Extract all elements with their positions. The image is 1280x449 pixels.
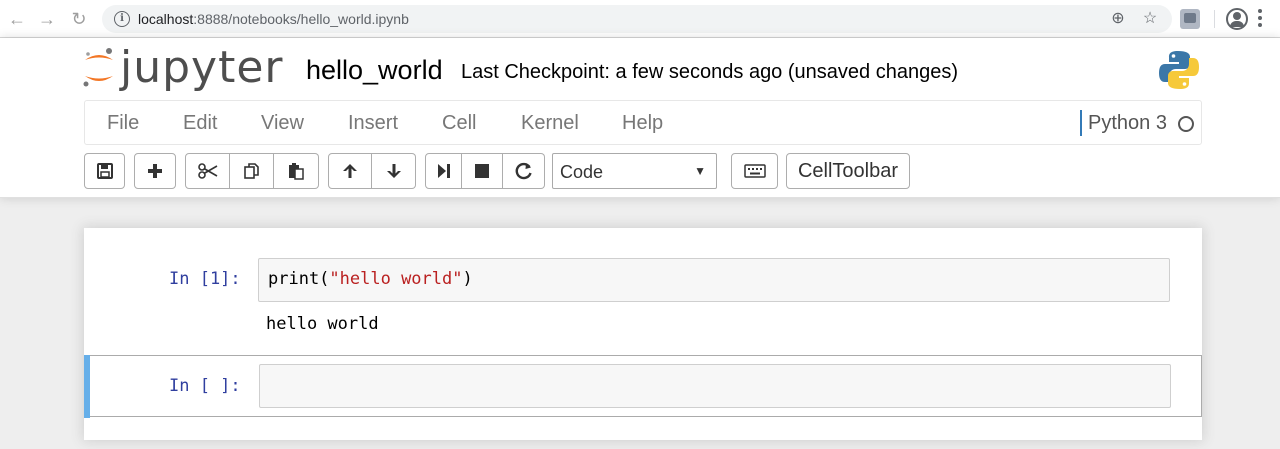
copy-button[interactable]	[230, 153, 274, 189]
input-prompt: In [ ]:	[169, 376, 241, 396]
menu-kernel[interactable]: Kernel	[521, 112, 579, 135]
checkpoint-status: Last Checkpoint: a few seconds ago (unsa…	[461, 61, 958, 83]
forward-arrow-icon[interactable]: →	[34, 6, 60, 32]
dropdown-arrow-icon: ▼	[694, 164, 706, 178]
url-text[interactable]: localhost:8888/notebooks/hello_world.ipy…	[138, 11, 409, 27]
cut-button[interactable]	[185, 153, 230, 189]
url-host: localhost	[138, 11, 194, 27]
copy-icon	[243, 163, 259, 179]
toolbar-divider	[1214, 10, 1215, 28]
input-prompt: In [1]:	[169, 269, 241, 289]
back-arrow-icon[interactable]: ←	[4, 6, 30, 32]
code-input[interactable]	[259, 364, 1171, 408]
paste-button[interactable]	[274, 153, 319, 189]
browser-toolbar: ← → ↻ i localhost:8888/notebooks/hello_w…	[0, 0, 1280, 38]
paste-icon	[289, 163, 304, 180]
menu-view[interactable]: View	[261, 112, 304, 135]
jupyter-logo[interactable]: jupyter	[82, 42, 292, 93]
menu-insert[interactable]: Insert	[348, 112, 398, 135]
command-palette-button[interactable]	[731, 153, 778, 189]
run-button[interactable]	[425, 153, 462, 189]
kernel-name: Python 3	[1088, 112, 1167, 134]
save-button[interactable]	[84, 153, 125, 189]
reload-icon[interactable]: ↻	[66, 6, 92, 32]
cell-type-value: Code	[560, 162, 604, 182]
save-icon	[96, 163, 113, 179]
insert-cell-button[interactable]	[134, 153, 176, 189]
restart-kernel-button[interactable]	[503, 153, 545, 189]
code-text: print("hello world")	[268, 269, 473, 289]
address-bar[interactable]: i localhost:8888/notebooks/hello_world.i…	[102, 5, 1172, 33]
move-up-button[interactable]	[328, 153, 372, 189]
notebook-title[interactable]: hello_world	[306, 55, 443, 86]
site-info-icon[interactable]: i	[114, 11, 130, 27]
celltoolbar-button[interactable]: CellToolbar	[786, 153, 910, 189]
selected-cell-indicator	[84, 355, 90, 418]
menu-file[interactable]: File	[107, 112, 139, 135]
keyboard-icon	[743, 164, 766, 178]
cell-output: hello world	[266, 314, 379, 334]
kernel-divider	[1080, 110, 1082, 136]
menu-help[interactable]: Help	[622, 112, 663, 135]
interrupt-kernel-button[interactable]	[462, 153, 503, 189]
zoom-icon[interactable]: ⊕	[1108, 9, 1128, 29]
arrow-up-icon	[343, 164, 357, 178]
step-forward-icon	[437, 164, 450, 178]
jupyter-logo-mark-icon	[83, 48, 113, 87]
kernel-idle-indicator-icon	[1178, 116, 1194, 132]
cell-type-select[interactable]: Code ▼	[552, 153, 717, 189]
stop-icon	[475, 164, 489, 178]
restart-icon	[515, 162, 532, 180]
code-cell-selected[interactable]: In [ ]:	[84, 355, 1202, 418]
url-path: :8888/notebooks/hello_world.ipynb	[193, 11, 409, 27]
browser-menu-icon[interactable]	[1258, 9, 1262, 29]
arrow-down-icon	[386, 164, 401, 178]
code-string: "hello world"	[329, 269, 463, 289]
profile-avatar-icon[interactable]	[1226, 8, 1248, 30]
python-logo-icon	[1159, 51, 1199, 89]
menu-cell[interactable]: Cell	[442, 112, 476, 135]
code-cell[interactable]: In [1]: print("hello world") hello world	[84, 248, 1202, 360]
move-down-button[interactable]	[372, 153, 416, 189]
code-paren: )	[462, 269, 473, 289]
notebook-container: In [1]: print("hello world") hello world…	[84, 228, 1202, 440]
jupyter-logo-text: jupyter	[120, 42, 284, 93]
scissors-icon	[197, 163, 217, 179]
plus-icon	[148, 164, 162, 178]
code-function: print(	[268, 269, 330, 289]
menu-edit[interactable]: Edit	[183, 112, 217, 135]
notebook-toolbar: Code ▼ CellToolbar	[0, 153, 1280, 191]
notebook-header: jupyter hello_world Last Checkpoint: a f…	[0, 38, 1280, 198]
menu-bar: File Edit View Insert Cell Kernel Help P…	[84, 100, 1202, 145]
extension-icon[interactable]	[1180, 9, 1200, 29]
code-input[interactable]: print("hello world")	[258, 258, 1170, 302]
bookmark-star-icon[interactable]: ☆	[1140, 9, 1160, 29]
